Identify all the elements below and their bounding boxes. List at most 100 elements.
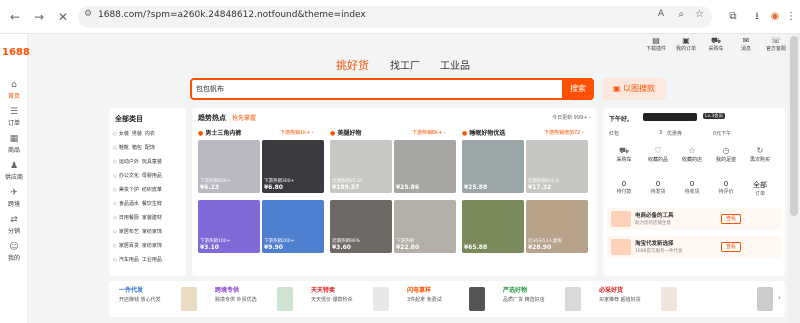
product-tile[interactable]: ¥25.86 bbox=[394, 140, 456, 193]
promo-view-button[interactable]: 查看 bbox=[721, 214, 741, 224]
category-link[interactable]: 家纺家饰 bbox=[142, 243, 162, 249]
service-item-1[interactable]: 跨境专供 跨境专供 外贸优选 bbox=[215, 285, 299, 313]
translate-icon[interactable]: A bbox=[658, 9, 664, 19]
quick-link-4[interactable]: ↻ 再次购买 bbox=[745, 146, 775, 163]
search-button[interactable]: 搜索 bbox=[562, 78, 594, 100]
trending-more-link[interactable]: 今日更新 999+ › bbox=[552, 114, 591, 121]
quick-link-3[interactable]: ◷ 我的足迹 bbox=[711, 146, 741, 163]
red-packet-link[interactable]: 红包 bbox=[609, 130, 619, 137]
bookmark-star-icon[interactable]: ☆ bbox=[695, 9, 704, 20]
back-icon[interactable]: ← bbox=[6, 8, 24, 26]
category-link[interactable]: 鞋靴 bbox=[119, 145, 129, 151]
order-stat-0[interactable]: 0 待付款 bbox=[609, 180, 639, 195]
trending-subtitle[interactable]: 抢先掌握 bbox=[232, 113, 256, 122]
product-tile[interactable]: 下游热销 ¥22.80 bbox=[394, 200, 456, 253]
category-link[interactable]: 家居百货 bbox=[119, 243, 139, 249]
category-link[interactable]: 母婴用品 bbox=[142, 173, 162, 179]
order-stat-1[interactable]: 0 待发货 bbox=[643, 180, 673, 195]
member-level-badge[interactable]: Lv.3会员 bbox=[703, 113, 726, 119]
site-logo[interactable]: 1688 bbox=[2, 47, 30, 58]
category-link[interactable]: 食品酒水 bbox=[119, 201, 139, 207]
promo-card[interactable]: 淘宝代发新选择 1688官方服务一件代发 查看 bbox=[607, 236, 781, 258]
category-link[interactable]: 工业用品 bbox=[142, 257, 162, 263]
column-subtitle[interactable]: 下游热销6k+ › bbox=[412, 129, 446, 136]
address-bar[interactable]: ⚙ 1688.com/?spm=a260k.24848612.notfound&… bbox=[78, 6, 712, 28]
product-tile[interactable]: ¥25.88 bbox=[462, 140, 524, 193]
scrollbar-thumb[interactable] bbox=[790, 36, 798, 216]
tab-industrial[interactable]: 工业品 bbox=[440, 57, 470, 72]
top-shortcut-4[interactable]: ☏ 官方客服 bbox=[764, 36, 788, 52]
category-link[interactable]: 纺织皮革 bbox=[142, 187, 162, 193]
coupon-label[interactable]: 优惠券 bbox=[667, 130, 682, 137]
category-link[interactable]: 女装 bbox=[119, 131, 129, 137]
product-tile[interactable]: 下游热销600+ ¥6.23 bbox=[198, 140, 260, 193]
top-shortcut-2[interactable]: ⛟ 采购车 bbox=[704, 36, 728, 52]
category-link[interactable]: 配饰 bbox=[145, 145, 155, 151]
category-link[interactable]: 运动户外 bbox=[119, 159, 139, 165]
category-link[interactable]: 家居布艺 bbox=[119, 229, 139, 235]
product-tile[interactable]: 近30天53人复购 ¥28.90 bbox=[526, 200, 588, 253]
category-link[interactable]: 家装建材 bbox=[142, 215, 162, 221]
column-title[interactable]: ● 男士三角内裤 bbox=[198, 128, 241, 137]
category-link[interactable]: 办公文化 bbox=[119, 173, 139, 179]
search-input[interactable] bbox=[196, 82, 556, 96]
rail-item-5[interactable]: ⇄ 分销 bbox=[0, 215, 28, 235]
category-link[interactable]: 内衣 bbox=[145, 131, 155, 137]
stop-loading-icon[interactable]: ✕ bbox=[54, 8, 72, 26]
service-item-5[interactable]: 必采好货 买家推荐 超值好货 bbox=[599, 285, 683, 313]
browser-menu-icon[interactable]: ⋮ bbox=[782, 8, 800, 26]
rail-item-2[interactable]: ▦ 商品 bbox=[0, 134, 28, 154]
zoom-icon[interactable]: ⌕ bbox=[678, 9, 684, 20]
category-link[interactable]: 男装 bbox=[132, 131, 142, 137]
extensions-icon[interactable]: ⧉ bbox=[724, 8, 742, 26]
service-item-4[interactable]: 严选好物 品质厂货 精选好店 bbox=[503, 285, 587, 313]
top-shortcut-1[interactable]: ▣ 我的订单 bbox=[674, 36, 698, 52]
service-item-3[interactable]: 闪电拿样 3件起拿 免费试 bbox=[407, 285, 491, 313]
product-tile[interactable]: 下游热销100+ ¥3.10 bbox=[198, 200, 260, 253]
category-link[interactable]: 汽车用品 bbox=[119, 257, 139, 263]
order-stat-3[interactable]: 0 待评价 bbox=[711, 180, 741, 195]
service-item-0[interactable]: 一件代发 开店赚钱 放心代发 bbox=[119, 285, 203, 313]
order-stat-4[interactable]: 全部 订单 bbox=[745, 180, 775, 197]
product-tile[interactable]: 下游热销300+ ¥6.80 bbox=[262, 140, 324, 193]
forward-icon[interactable]: → bbox=[30, 8, 48, 26]
site-info-icon[interactable]: ⚙ bbox=[84, 9, 92, 19]
category-link[interactable]: 家纺家饰 bbox=[142, 229, 162, 235]
product-tile[interactable]: 下游热销200+ ¥9.90 bbox=[262, 200, 324, 253]
product-tile[interactable]: 近期热销¥5.25 ¥189.57 bbox=[330, 140, 392, 193]
product-tile[interactable]: ¥65.88 bbox=[462, 200, 524, 253]
promo-view-button[interactable]: 查看 bbox=[721, 242, 741, 252]
image-search-button[interactable]: ▣ 以图搜款 bbox=[602, 78, 666, 100]
rail-item-1[interactable]: ☰ 订单 bbox=[0, 107, 28, 127]
quick-link-1[interactable]: ♡ 收藏的品 bbox=[643, 146, 673, 163]
balance-link[interactable]: 0元下午 bbox=[713, 130, 731, 137]
top-shortcut-3[interactable]: ✉ 消息 bbox=[734, 36, 758, 52]
quick-link-0[interactable]: ⛟ 采购车 bbox=[609, 146, 639, 163]
category-link[interactable]: 餐饮生鲜 bbox=[142, 201, 162, 207]
service-item-6[interactable] bbox=[695, 285, 779, 313]
tab-pick-goods[interactable]: 挑好货 bbox=[336, 57, 369, 73]
rail-item-6[interactable]: ☺ 我的 bbox=[0, 242, 28, 262]
order-stat-2[interactable]: 0 待收货 bbox=[677, 180, 707, 195]
rail-item-0[interactable]: ⌂ 首页 bbox=[0, 80, 28, 100]
product-tile[interactable]: 近期热销¥15.8 ¥17.32 bbox=[526, 140, 588, 193]
top-shortcut-0[interactable]: ▤ 下载插件 bbox=[644, 36, 668, 52]
category-link[interactable]: 箱包 bbox=[132, 145, 142, 151]
category-link[interactable]: 日用餐厨 bbox=[119, 215, 139, 221]
category-link[interactable]: 玩具童装 bbox=[142, 159, 162, 165]
tab-find-factory[interactable]: 找工厂 bbox=[390, 57, 420, 72]
rail-item-4[interactable]: ✈ 跨境 bbox=[0, 188, 28, 208]
download-icon[interactable]: ⭳ bbox=[748, 8, 766, 26]
category-link[interactable]: 美妆个护 bbox=[119, 187, 139, 193]
product-tile[interactable]: 近期热销96% ¥3.60 bbox=[330, 200, 392, 253]
promo-card[interactable]: 电商必备的工具 助力您的店铺生意 查看 bbox=[607, 208, 781, 230]
column-subtitle[interactable]: 下游热销1k+ › bbox=[280, 129, 314, 136]
service-item-2[interactable]: 天天特卖 天天低价 爆款秒杀 bbox=[311, 285, 395, 313]
quick-link-2[interactable]: ☆ 收藏的店 bbox=[677, 146, 707, 163]
rail-item-3[interactable]: ♟ 供应商 bbox=[0, 161, 28, 181]
url-text[interactable]: 1688.com/?spm=a260k.24848612.notfound&th… bbox=[98, 10, 366, 20]
coupon-count[interactable]: 3 bbox=[659, 130, 662, 136]
column-title[interactable]: ● 睡眠好物优选 bbox=[462, 128, 505, 137]
column-subtitle[interactable]: 下游热销增加72 › bbox=[544, 129, 584, 136]
column-title[interactable]: ● 美腿好物 bbox=[330, 128, 361, 137]
